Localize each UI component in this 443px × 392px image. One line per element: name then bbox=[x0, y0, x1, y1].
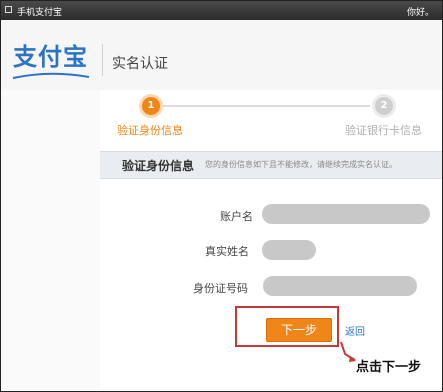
step-connector bbox=[160, 105, 370, 107]
annotation-callout: 点击下一步 bbox=[356, 360, 422, 375]
title-bar: 手机支付宝 你好。 bbox=[1, 1, 442, 20]
step-2-label: 验证银行卡信息 bbox=[345, 124, 422, 137]
logo-swoosh-icon bbox=[12, 72, 90, 79]
greeting-text: 你好。 bbox=[406, 8, 434, 18]
account-name-label: 账户名 bbox=[220, 210, 253, 223]
page-title: 实名认证 bbox=[112, 56, 168, 72]
section-note: 您的身份信息如下且不能修改，请继续完成实名认证。 bbox=[205, 160, 397, 169]
id-number-label: 身份证号码 bbox=[193, 282, 248, 295]
header-divider bbox=[102, 44, 103, 76]
step-1-label: 验证身份信息 bbox=[117, 124, 183, 137]
window-title: 手机支付宝 bbox=[17, 8, 63, 18]
account-name-value bbox=[262, 204, 430, 224]
page-header: 支付宝 实名认证 bbox=[1, 20, 442, 90]
step-2-badge: 2 bbox=[375, 97, 393, 115]
window-icon bbox=[5, 6, 12, 13]
next-step-button[interactable]: 下一步 bbox=[266, 318, 332, 342]
left-margin bbox=[1, 90, 100, 390]
back-link[interactable]: 返回 bbox=[345, 323, 365, 338]
id-number-value bbox=[263, 276, 417, 296]
real-name-label: 真实姓名 bbox=[205, 245, 249, 258]
alipay-logo: 支付宝 bbox=[13, 42, 88, 71]
real-name-value bbox=[262, 240, 316, 260]
section-header: 验证身份信息 您的身份信息如下且不能修改，请继续完成实名认证。 bbox=[100, 151, 442, 179]
step-1-badge: 1 bbox=[142, 97, 160, 115]
section-title: 验证身份信息 bbox=[122, 159, 195, 173]
